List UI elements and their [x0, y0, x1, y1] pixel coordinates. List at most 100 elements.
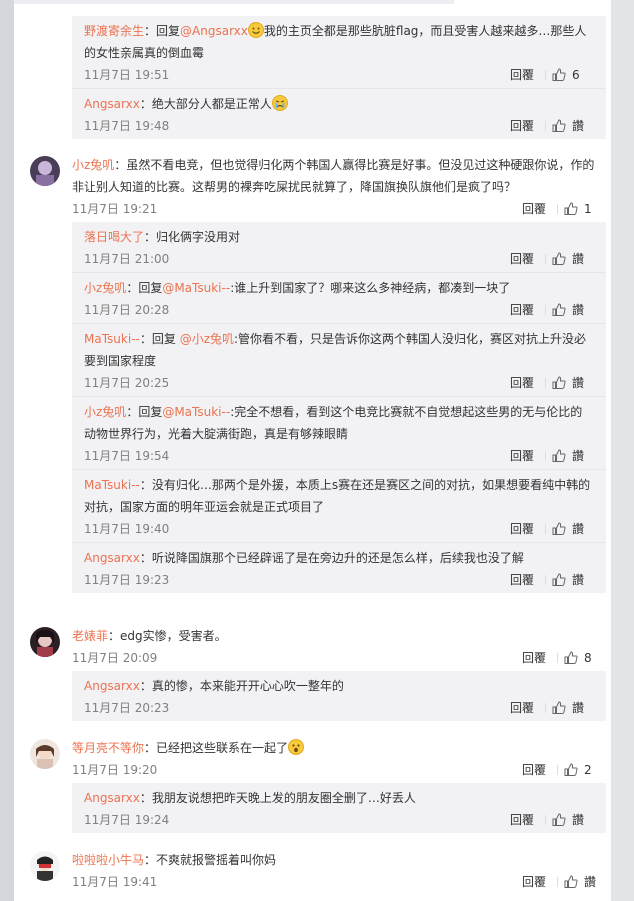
reply-username[interactable]: MaTsuki-- — [84, 332, 140, 346]
comment-username[interactable]: 等月亮不等你 — [72, 741, 144, 755]
reply-button[interactable]: 回覆 — [510, 569, 534, 591]
reply-item: 落日喝大了：归化俩字没用对 11月7日 21:00 回覆 讚 — [72, 222, 606, 272]
reply-username[interactable]: Angsarxx — [84, 97, 140, 111]
comment-time: 11月7日 19:21 — [72, 202, 158, 216]
thumbs-up-icon — [564, 651, 578, 664]
comment-item: 老婊菲：edg实惨，受害者。 11月7日 20:09 回覆 8 Angsarxx… — [30, 625, 606, 721]
comment-text: ：虽然不看电竞，但也觉得归化两个韩国人赢得比赛是好事。但没见过这种硬跟你说，作的… — [72, 158, 595, 194]
mention-link[interactable]: @MaTsuki-- — [162, 281, 230, 295]
divider — [545, 815, 546, 825]
reply-meta: 11月7日 21:00 回覆 讚 — [84, 248, 594, 270]
reply-item: Angsarxx：绝大部分人都是正常人 11月7日 19:48 回覆 讚 — [72, 88, 606, 139]
reply-meta: 11月7日 19:40 回覆 讚 — [84, 518, 594, 540]
avatar[interactable] — [30, 739, 60, 769]
comment-text: ：已经把这些联系在一起了 — [144, 741, 289, 755]
comment-username[interactable]: 啦啦啦小牛马 — [72, 853, 144, 867]
reply-username[interactable]: 小z兔叽 — [84, 405, 126, 419]
mention-link[interactable]: @小z兔叽 — [180, 332, 234, 346]
reply-time: 11月7日 19:24 — [84, 813, 170, 827]
like-button[interactable]: 讚 — [564, 871, 606, 893]
reply-button[interactable]: 回覆 — [510, 809, 534, 831]
avatar[interactable] — [30, 851, 60, 881]
reply-button[interactable]: 回覆 — [510, 445, 534, 467]
reply-time: 11月7日 19:40 — [84, 522, 170, 536]
like-button[interactable]: 讚 — [552, 248, 594, 270]
reply-button[interactable]: 回覆 — [522, 198, 546, 220]
reply-button[interactable]: 回覆 — [522, 759, 546, 781]
comment-thread-top: 野渡寄余生：回复@Angsarxx 我的主页全都是那些肮脏flag，而且受害人越来… — [30, 16, 606, 139]
comment-item: 小z兔叽：虽然不看电竞，但也觉得归化两个韩国人赢得比赛是好事。但没见过这种硬跟你… — [30, 154, 606, 593]
reply-item: Angsarxx：真的惨，本来能开开心心吹一整年的 11月7日 20:23 回覆… — [72, 671, 606, 721]
reply-list: 落日喝大了：归化俩字没用对 11月7日 21:00 回覆 讚 小z兔叽：回复@M… — [72, 222, 606, 593]
reply-time: 11月7日 20:28 — [84, 303, 170, 317]
avatar[interactable] — [30, 156, 60, 186]
reply-button[interactable]: 回覆 — [510, 299, 534, 321]
reply-time: 11月7日 19:54 — [84, 449, 170, 463]
reply-username[interactable]: 落日喝大了 — [84, 230, 144, 244]
like-button[interactable]: 讚 — [552, 569, 594, 591]
reply-item: 野渡寄余生：回复@Angsarxx 我的主页全都是那些肮脏flag，而且受害人越来… — [72, 16, 606, 88]
comment-item: 等月亮不等你：已经把这些联系在一起了 11月7日 19:20 回覆 2 Angs… — [30, 737, 606, 833]
reply-item: 小z兔叽：回复@MaTsuki--:完全不想看，看到这个电竞比赛就不自觉想起这些… — [72, 396, 606, 469]
comment-username[interactable]: 老婊菲 — [72, 629, 108, 643]
thumbs-up-icon — [564, 202, 578, 215]
reply-time: 11月7日 21:00 — [84, 252, 170, 266]
like-button[interactable]: 讚 — [552, 115, 594, 137]
comment-text: ：edg实惨，受害者。 — [108, 629, 227, 643]
divider — [545, 70, 546, 80]
mention-link[interactable]: @Angsarxx — [180, 24, 248, 38]
thumbs-up-icon — [552, 303, 566, 316]
reply-meta: 11月7日 20:28 回覆 讚 — [84, 299, 594, 321]
thumbs-up-icon — [552, 522, 566, 535]
comment-username[interactable]: 小z兔叽 — [72, 158, 114, 172]
comment-time: 11月7日 20:09 — [72, 651, 158, 665]
like-button[interactable]: 讚 — [552, 697, 594, 719]
like-button[interactable]: 8 — [564, 647, 606, 669]
reply-username[interactable]: Angsarxx — [84, 791, 140, 805]
reply-button[interactable]: 回覆 — [510, 115, 534, 137]
reply-button[interactable]: 回覆 — [510, 248, 534, 270]
reply-meta: 11月7日 19:51 回覆 6 — [84, 64, 594, 86]
reply-meta: 11月7日 19:24 回覆 讚 — [84, 809, 594, 831]
reply-button[interactable]: 回覆 — [510, 372, 534, 394]
comment-time: 11月7日 19:20 — [72, 763, 158, 777]
reply-list: 野渡寄余生：回复@Angsarxx 我的主页全都是那些肮脏flag，而且受害人越来… — [72, 16, 606, 139]
reply-button[interactable]: 回覆 — [510, 697, 534, 719]
divider — [545, 254, 546, 264]
like-button[interactable]: 2 — [564, 759, 606, 781]
like-button[interactable]: 6 — [552, 64, 594, 86]
like-button[interactable]: 讚 — [552, 445, 594, 467]
avatar[interactable] — [30, 627, 60, 657]
like-button[interactable]: 讚 — [552, 809, 594, 831]
reply-button[interactable]: 回覆 — [522, 871, 546, 893]
thumbs-up-icon — [552, 119, 566, 132]
comment-time: 11月7日 19:41 — [72, 875, 158, 889]
reply-username[interactable]: Angsarxx — [84, 551, 140, 565]
like-button[interactable]: 讚 — [552, 372, 594, 394]
like-button[interactable]: 讚 — [552, 299, 594, 321]
reply-time: 11月7日 19:23 — [84, 573, 170, 587]
reply-meta: 11月7日 19:48 回覆 讚 — [84, 115, 594, 137]
reply-meta: 11月7日 19:23 回覆 讚 — [84, 569, 594, 591]
reply-time: 11月7日 19:48 — [84, 119, 170, 133]
divider — [557, 765, 558, 775]
comment-meta: 11月7日 19:21 回覆 1 — [72, 198, 606, 220]
reply-username[interactable]: Angsarxx — [84, 679, 140, 693]
like-button[interactable]: 1 — [564, 198, 606, 220]
divider — [545, 575, 546, 585]
reply-button[interactable]: 回覆 — [522, 647, 546, 669]
reply-username[interactable]: 小z兔叽 — [84, 281, 126, 295]
reply-list: Angsarxx：真的惨，本来能开开心心吹一整年的 11月7日 20:23 回覆… — [72, 671, 606, 721]
divider — [545, 451, 546, 461]
reply-item: 小z兔叽：回复@MaTsuki--:谁上升到国家了？哪来这么多神经病，都凑到一块… — [72, 272, 606, 323]
reply-button[interactable]: 回覆 — [510, 518, 534, 540]
cry-emoji-icon — [271, 95, 288, 111]
thumbs-up-icon — [552, 376, 566, 389]
reply-time: 11月7日 20:23 — [84, 701, 170, 715]
divider — [545, 305, 546, 315]
mention-link[interactable]: @MaTsuki-- — [162, 405, 230, 419]
reply-username[interactable]: MaTsuki-- — [84, 478, 140, 492]
reply-username[interactable]: 野渡寄余生 — [84, 24, 144, 38]
like-button[interactable]: 讚 — [552, 518, 594, 540]
reply-button[interactable]: 回覆 — [510, 64, 534, 86]
